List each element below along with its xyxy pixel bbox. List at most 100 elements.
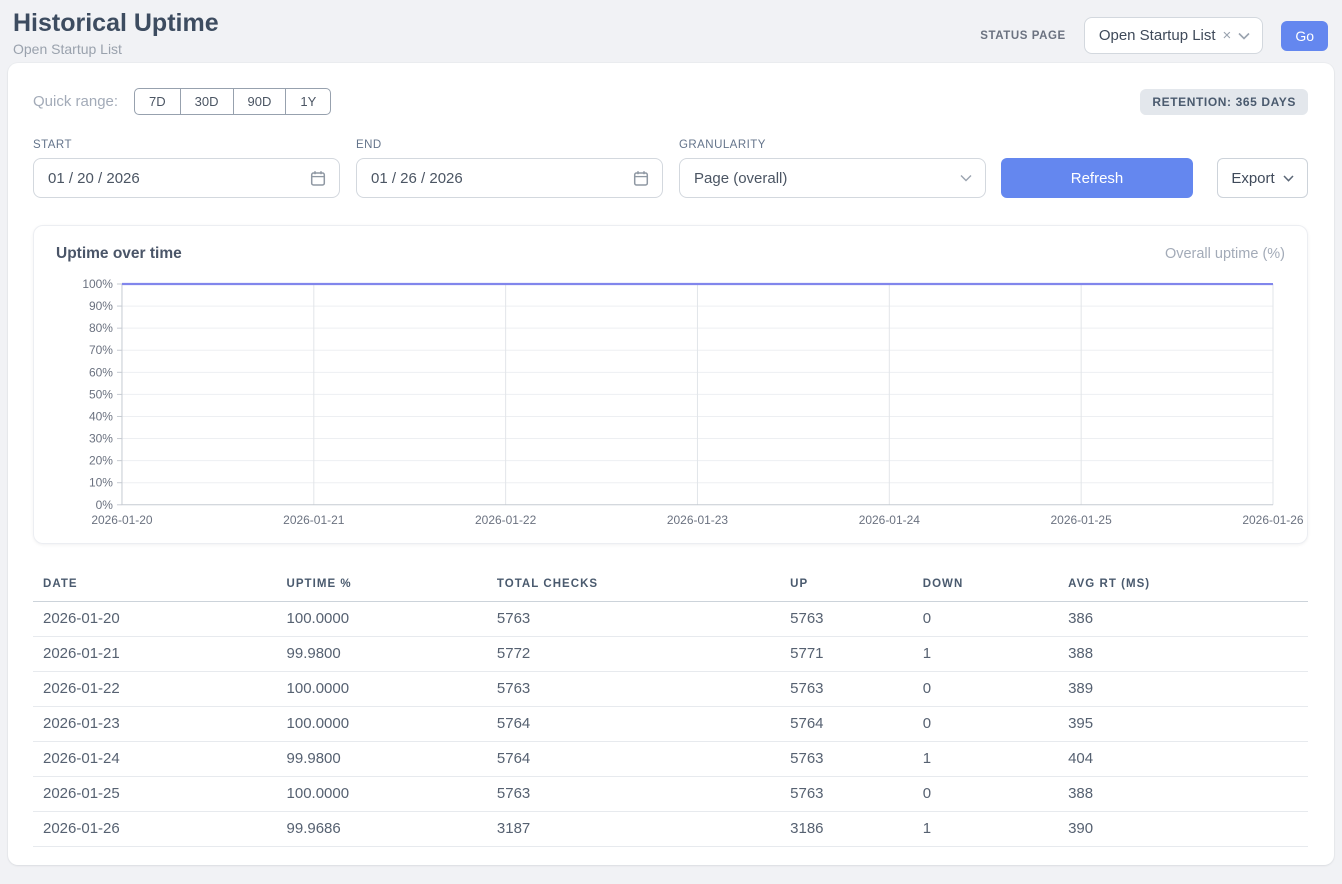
cell-uptime-percent: 100.0000 (277, 706, 487, 741)
table-header-row: DATEUPTIME %TOTAL CHECKSUPDOWNAVG RT (MS… (33, 572, 1308, 602)
quick-range-group: 7D30D90D1Y (134, 88, 331, 115)
table-row: 2026-01-2699.9686318731861390 (33, 811, 1308, 846)
start-date-value: 01 / 20 / 2026 (48, 170, 140, 187)
column-header-total-checks: TOTAL CHECKS (487, 572, 780, 602)
granularity-value: Page (overall) (694, 170, 787, 187)
status-page-select[interactable]: Open Startup List × (1084, 17, 1264, 54)
chevron-down-icon (960, 174, 972, 182)
cell-avg-rt: 390 (1058, 811, 1308, 846)
status-page-value: Open Startup List (1099, 27, 1216, 44)
cell-uptime-percent: 99.9800 (277, 636, 487, 671)
chart-title: Uptime over time (56, 245, 182, 263)
quick-range-7d[interactable]: 7D (134, 88, 181, 115)
export-label: Export (1231, 170, 1274, 187)
granularity-field: GRANULARITY Page (overall) (679, 139, 986, 198)
cell-avg-rt: 404 (1058, 741, 1308, 776)
chart-plot-area: 0%10%20%30%40%50%60%70%80%90%100%2026-01… (56, 275, 1285, 533)
granularity-label: GRANULARITY (679, 139, 986, 151)
column-header-down: DOWN (913, 572, 1058, 602)
cell-avg-rt: 388 (1058, 636, 1308, 671)
retention-badge: RETENTION: 365 DAYS (1140, 89, 1308, 115)
table-row: 2026-01-2499.9800576457631404 (33, 741, 1308, 776)
cell-up: 3186 (780, 811, 913, 846)
quick-range-1y[interactable]: 1Y (285, 88, 331, 115)
cell-date: 2026-01-25 (33, 776, 277, 811)
page-subtitle: Open Startup List (13, 41, 219, 57)
cell-total-checks: 3187 (487, 811, 780, 846)
quick-range-label: Quick range: (33, 93, 118, 110)
cell-total-checks: 5763 (487, 671, 780, 706)
cell-uptime-percent: 100.0000 (277, 671, 487, 706)
cell-down: 1 (913, 636, 1058, 671)
column-header-avg-rt: AVG RT (MS) (1058, 572, 1308, 602)
granularity-select[interactable]: Page (overall) (679, 158, 986, 198)
cell-avg-rt: 389 (1058, 671, 1308, 706)
table-row: 2026-01-23100.0000576457640395 (33, 706, 1308, 741)
svg-text:60%: 60% (89, 365, 113, 379)
start-label: START (33, 139, 340, 151)
uptime-chart-card: Uptime over time Overall uptime (%) 0% 10… (33, 225, 1308, 544)
cell-up: 5763 (780, 671, 913, 706)
svg-text:50%: 50% (89, 387, 113, 401)
svg-text:80%: 80% (89, 321, 113, 335)
svg-text:2026-01-22: 2026-01-22 (475, 513, 537, 527)
go-button[interactable]: Go (1281, 21, 1328, 51)
svg-text:40%: 40% (89, 409, 113, 423)
calendar-icon[interactable] (310, 170, 326, 187)
cell-total-checks: 5764 (487, 741, 780, 776)
status-page-label: STATUS PAGE (980, 30, 1066, 42)
table-row: 2026-01-2199.9800577257711388 (33, 636, 1308, 671)
column-header-up: UP (780, 572, 913, 602)
calendar-icon[interactable] (633, 170, 649, 187)
cell-down: 0 (913, 671, 1058, 706)
page-header: Historical Uptime Open Startup List STAT… (0, 0, 1342, 63)
chart-legend: Overall uptime (%) (1165, 246, 1285, 262)
svg-text:2026-01-20: 2026-01-20 (91, 513, 153, 527)
quick-range-90d[interactable]: 90D (233, 88, 287, 115)
quick-range-30d[interactable]: 30D (180, 88, 234, 115)
cell-up: 5763 (780, 741, 913, 776)
svg-text:70%: 70% (89, 343, 113, 357)
refresh-button[interactable]: Refresh (1001, 158, 1193, 198)
cell-date: 2026-01-20 (33, 601, 277, 636)
cell-up: 5764 (780, 706, 913, 741)
cell-total-checks: 5772 (487, 636, 780, 671)
header-controls: STATUS PAGE Open Startup List × Go (980, 17, 1328, 54)
cell-uptime-percent: 99.9800 (277, 741, 487, 776)
title-block: Historical Uptime Open Startup List (13, 8, 219, 57)
svg-text:20%: 20% (89, 454, 113, 468)
svg-text:2026-01-26: 2026-01-26 (1242, 513, 1304, 527)
svg-text:2026-01-24: 2026-01-24 (859, 513, 921, 527)
start-date-input[interactable]: 01 / 20 / 2026 (33, 158, 340, 198)
end-date-input[interactable]: 01 / 26 / 2026 (356, 158, 663, 198)
table-row: 2026-01-22100.0000576357630389 (33, 671, 1308, 706)
cell-down: 0 (913, 706, 1058, 741)
uptime-chart: 0%10%20%30%40%50%60%70%80%90%100%2026-01… (56, 275, 1285, 533)
cell-up: 5763 (780, 601, 913, 636)
cell-uptime-percent: 100.0000 (277, 601, 487, 636)
chevron-down-icon (1238, 32, 1250, 40)
svg-text:10%: 10% (89, 476, 113, 490)
cell-date: 2026-01-23 (33, 706, 277, 741)
cell-date: 2026-01-22 (33, 671, 277, 706)
cell-avg-rt: 395 (1058, 706, 1308, 741)
table-row: 2026-01-20100.0000576357630386 (33, 601, 1308, 636)
svg-text:100%: 100% (82, 277, 113, 291)
clear-selection-icon[interactable]: × (1223, 27, 1232, 44)
cell-date: 2026-01-24 (33, 741, 277, 776)
svg-text:90%: 90% (89, 299, 113, 313)
cell-total-checks: 5764 (487, 706, 780, 741)
cell-total-checks: 5763 (487, 776, 780, 811)
svg-text:0%: 0% (96, 498, 114, 512)
cell-down: 1 (913, 741, 1058, 776)
end-label: END (356, 139, 663, 151)
cell-uptime-percent: 100.0000 (277, 776, 487, 811)
main-panel: Quick range: 7D30D90D1Y RETENTION: 365 D… (8, 63, 1334, 865)
cell-down: 0 (913, 776, 1058, 811)
chevron-down-icon (1283, 175, 1294, 182)
filters-row: START 01 / 20 / 2026 END 01 / 26 / 2026 … (33, 139, 1308, 198)
cell-uptime-percent: 99.9686 (277, 811, 487, 846)
table-row: 2026-01-25100.0000576357630388 (33, 776, 1308, 811)
cell-down: 0 (913, 601, 1058, 636)
export-button[interactable]: Export (1217, 158, 1308, 198)
